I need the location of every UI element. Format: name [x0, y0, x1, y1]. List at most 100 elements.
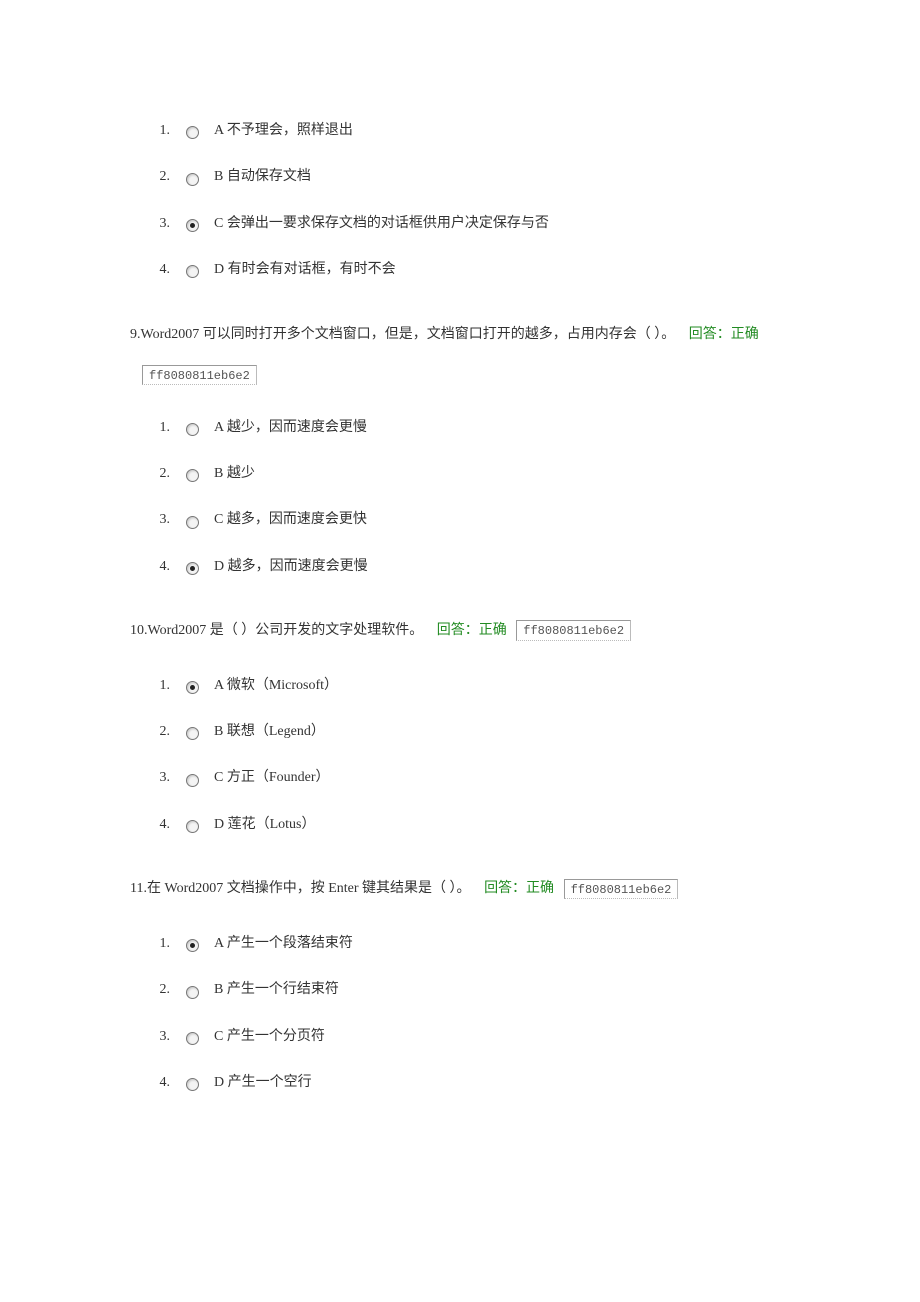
option-number: 3.: [142, 213, 170, 235]
radio-q9-a[interactable]: [186, 423, 199, 436]
option-number: 4.: [142, 259, 170, 281]
question-10: 10.Word2007 是（ ）公司开发的文字处理软件。 回答：正确 ff808…: [130, 618, 790, 836]
option-number: 3.: [142, 1026, 170, 1048]
radio-q11-d[interactable]: [186, 1078, 199, 1091]
option-row: 3. C 越多，因而速度会更快: [142, 509, 790, 531]
option-number: 4.: [142, 814, 170, 836]
radio-wrap: [170, 677, 214, 699]
question-id-field[interactable]: ff8080811eb6e2: [564, 879, 679, 900]
option-row: 4. D 产生一个空行: [142, 1072, 790, 1094]
radio-q8-b[interactable]: [186, 173, 199, 186]
radio-wrap: [170, 465, 214, 487]
option-text: C 越多，因而速度会更快: [214, 509, 790, 531]
option-text: A 越少，因而速度会更慢: [214, 417, 790, 439]
option-row: 2. B 自动保存文档: [142, 166, 790, 188]
option-text: B 联想（Legend）: [214, 721, 790, 743]
radio-q10-b[interactable]: [186, 727, 199, 740]
option-text: C 产生一个分页符: [214, 1026, 790, 1048]
radio-wrap: [170, 816, 214, 838]
option-row: 1. A 不予理会，照样退出: [142, 120, 790, 142]
option-number: 1.: [142, 417, 170, 439]
option-text: D 莲花（Lotus）: [214, 814, 790, 836]
option-text: B 产生一个行结束符: [214, 979, 790, 1001]
question-10-options: 1. A 微软（Microsoft） 2. B 联想（Legend） 3. C …: [142, 675, 790, 837]
question-id-field[interactable]: ff8080811eb6e2: [516, 620, 631, 641]
option-row: 3. C 产生一个分页符: [142, 1026, 790, 1048]
option-text: D 有时会有对话框，有时不会: [214, 259, 790, 281]
radio-q9-b[interactable]: [186, 469, 199, 482]
radio-wrap: [170, 935, 214, 957]
question-id-field[interactable]: ff8080811eb6e2: [142, 365, 257, 386]
answer-feedback: 回答：正确: [484, 881, 554, 896]
option-row: 2. B 联想（Legend）: [142, 721, 790, 743]
option-text: A 不予理会，照样退出: [214, 120, 790, 142]
radio-q10-a[interactable]: [186, 681, 199, 694]
option-row: 1. A 越少，因而速度会更慢: [142, 417, 790, 439]
option-text: D 产生一个空行: [214, 1072, 790, 1094]
radio-q11-c[interactable]: [186, 1032, 199, 1045]
id-box-wrap: ff8080811eb6e2: [142, 364, 790, 386]
option-row: 2. B 越少: [142, 463, 790, 485]
question-9-stem-line: 9.Word2007 可以同时打开多个文档窗口，但是，文档窗口打开的越多，占用内…: [130, 322, 790, 349]
radio-q8-d[interactable]: [186, 265, 199, 278]
radio-wrap: [170, 215, 214, 237]
question-10-stem: 10.Word2007 是（ ）公司开发的文字处理软件。: [130, 623, 423, 638]
question-9-options: 1. A 越少，因而速度会更慢 2. B 越少 3. C 越多，因而速度会更快 …: [142, 417, 790, 579]
question-11-stem-line: 11.在 Word2007 文档操作中，按 Enter 键其结果是（ ）。 回答…: [130, 876, 790, 903]
option-number: 4.: [142, 1072, 170, 1094]
question-10-stem-line: 10.Word2007 是（ ）公司开发的文字处理软件。 回答：正确 ff808…: [130, 618, 790, 645]
answer-feedback: 回答：正确: [437, 623, 507, 638]
question-11: 11.在 Word2007 文档操作中，按 Enter 键其结果是（ ）。 回答…: [130, 876, 790, 1094]
option-number: 2.: [142, 979, 170, 1001]
option-text: C 会弹出一要求保存文档的对话框供用户决定保存与否: [214, 213, 790, 235]
radio-wrap: [170, 1074, 214, 1096]
option-row: 1. A 产生一个段落结束符: [142, 933, 790, 955]
option-row: 4. D 越多，因而速度会更慢: [142, 556, 790, 578]
answer-feedback: 回答：正确: [689, 327, 759, 342]
radio-wrap: [170, 261, 214, 283]
radio-wrap: [170, 168, 214, 190]
option-text: A 微软（Microsoft）: [214, 675, 790, 697]
radio-q10-c[interactable]: [186, 774, 199, 787]
question-9: 9.Word2007 可以同时打开多个文档窗口，但是，文档窗口打开的越多，占用内…: [130, 322, 790, 579]
question-8-options: 1. A 不予理会，照样退出 2. B 自动保存文档 3. C 会弹出一要求保存…: [142, 120, 790, 282]
option-number: 3.: [142, 767, 170, 789]
radio-wrap: [170, 511, 214, 533]
option-text: A 产生一个段落结束符: [214, 933, 790, 955]
radio-wrap: [170, 558, 214, 580]
option-number: 1.: [142, 933, 170, 955]
radio-q8-c[interactable]: [186, 219, 199, 232]
radio-wrap: [170, 122, 214, 144]
option-text: C 方正（Founder）: [214, 767, 790, 789]
option-number: 1.: [142, 120, 170, 142]
radio-q11-b[interactable]: [186, 986, 199, 999]
radio-q10-d[interactable]: [186, 820, 199, 833]
radio-q11-a[interactable]: [186, 939, 199, 952]
option-row: 3. C 会弹出一要求保存文档的对话框供用户决定保存与否: [142, 213, 790, 235]
radio-q8-a[interactable]: [186, 126, 199, 139]
option-row: 4. D 有时会有对话框，有时不会: [142, 259, 790, 281]
option-number: 2.: [142, 166, 170, 188]
option-number: 3.: [142, 509, 170, 531]
option-row: 2. B 产生一个行结束符: [142, 979, 790, 1001]
option-row: 4. D 莲花（Lotus）: [142, 814, 790, 836]
option-number: 2.: [142, 721, 170, 743]
option-number: 1.: [142, 675, 170, 697]
option-number: 4.: [142, 556, 170, 578]
radio-q9-c[interactable]: [186, 516, 199, 529]
question-9-stem: 9.Word2007 可以同时打开多个文档窗口，但是，文档窗口打开的越多，占用内…: [130, 327, 675, 342]
option-row: 3. C 方正（Founder）: [142, 767, 790, 789]
radio-wrap: [170, 419, 214, 441]
radio-q9-d[interactable]: [186, 562, 199, 575]
radio-wrap: [170, 769, 214, 791]
radio-wrap: [170, 981, 214, 1003]
question-11-stem: 11.在 Word2007 文档操作中，按 Enter 键其结果是（ ）。: [130, 881, 471, 896]
option-text: B 越少: [214, 463, 790, 485]
radio-wrap: [170, 1028, 214, 1050]
question-11-options: 1. A 产生一个段落结束符 2. B 产生一个行结束符 3. C 产生一个分页…: [142, 933, 790, 1095]
option-text: D 越多，因而速度会更慢: [214, 556, 790, 578]
option-number: 2.: [142, 463, 170, 485]
option-row: 1. A 微软（Microsoft）: [142, 675, 790, 697]
option-text: B 自动保存文档: [214, 166, 790, 188]
radio-wrap: [170, 723, 214, 745]
